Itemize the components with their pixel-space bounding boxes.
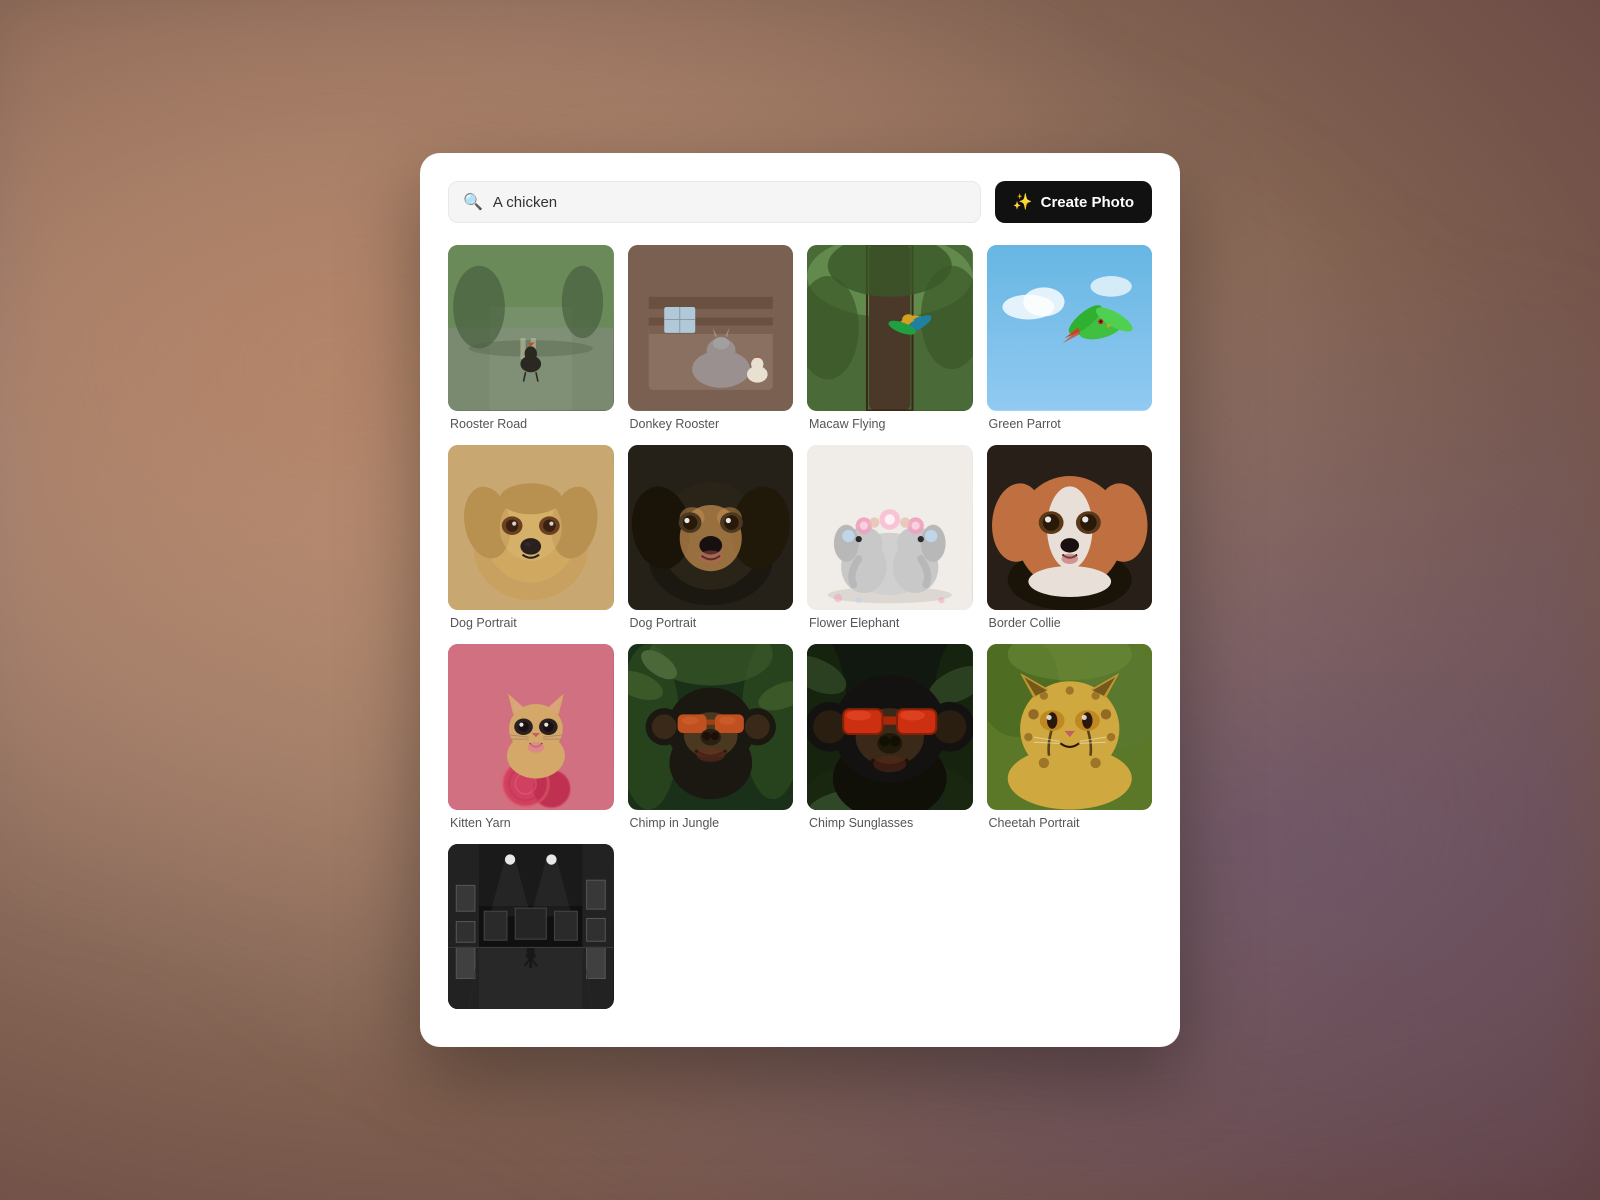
grid-item-macaw-flying[interactable]: Macaw Flying bbox=[807, 245, 973, 431]
label-border-collie: Border Collie bbox=[987, 616, 1153, 630]
grid-item-cheetah-portrait[interactable]: Cheetah Portrait bbox=[987, 644, 1153, 830]
photo-cheetah-portrait bbox=[987, 644, 1153, 810]
search-icon: 🔍 bbox=[463, 192, 483, 212]
photo-chimp-jungle bbox=[628, 644, 794, 810]
photo-green-parrot bbox=[987, 245, 1153, 411]
label-kitten-yarn: Kitten Yarn bbox=[448, 816, 614, 830]
photo-rooster-road bbox=[448, 245, 614, 411]
label-donkey-rooster: Donkey Rooster bbox=[628, 417, 794, 431]
photo-kitten-yarn bbox=[448, 644, 614, 810]
gallery-image bbox=[448, 844, 614, 1010]
main-panel: 🔍 ✨ Create Photo bbox=[420, 153, 1180, 1047]
sparkle-icon: ✨ bbox=[1013, 192, 1033, 212]
label-cheetah-portrait: Cheetah Portrait bbox=[987, 816, 1153, 830]
border-collie-image bbox=[987, 445, 1153, 611]
header: 🔍 ✨ Create Photo bbox=[448, 181, 1152, 223]
search-input[interactable] bbox=[493, 194, 966, 211]
label-macaw-flying: Macaw Flying bbox=[807, 417, 973, 431]
macaw-flying-image bbox=[807, 245, 973, 411]
rooster-road-image bbox=[448, 245, 614, 411]
photo-macaw-flying bbox=[807, 245, 973, 411]
label-flower-elephant: Flower Elephant bbox=[807, 616, 973, 630]
grid-item-gallery[interactable] bbox=[448, 844, 614, 1016]
chimp-jungle-image bbox=[628, 644, 794, 810]
dog-portrait-1-image bbox=[448, 445, 614, 611]
grid-item-chimp-jungle[interactable]: Chimp in Jungle bbox=[628, 644, 794, 830]
photo-grid: Rooster Road bbox=[448, 245, 1152, 1015]
grid-item-green-parrot[interactable]: Green Parrot bbox=[987, 245, 1153, 431]
label-rooster-road: Rooster Road bbox=[448, 417, 614, 431]
grid-item-chimp-sunglasses[interactable]: Chimp Sunglasses bbox=[807, 644, 973, 830]
cheetah-portrait-image bbox=[987, 644, 1153, 810]
label-dog-portrait-1: Dog Portrait bbox=[448, 616, 614, 630]
kitten-yarn-image bbox=[448, 644, 614, 810]
label-green-parrot: Green Parrot bbox=[987, 417, 1153, 431]
grid-item-border-collie[interactable]: Border Collie bbox=[987, 445, 1153, 631]
green-parrot-image bbox=[987, 245, 1153, 411]
grid-item-donkey-rooster[interactable]: Donkey Rooster bbox=[628, 245, 794, 431]
photo-chimp-sunglasses bbox=[807, 644, 973, 810]
photo-gallery bbox=[448, 844, 614, 1010]
dog-portrait-2-image bbox=[628, 445, 794, 611]
grid-item-rooster-road[interactable]: Rooster Road bbox=[448, 245, 614, 431]
grid-item-dog-portrait-1[interactable]: Dog Portrait bbox=[448, 445, 614, 631]
label-chimp-sunglasses: Chimp Sunglasses bbox=[807, 816, 973, 830]
photo-border-collie bbox=[987, 445, 1153, 611]
flower-elephant-image bbox=[807, 445, 973, 611]
donkey-rooster-image bbox=[628, 245, 794, 411]
create-photo-label: Create Photo bbox=[1041, 194, 1134, 211]
grid-item-dog-portrait-2[interactable]: Dog Portrait bbox=[628, 445, 794, 631]
photo-dog-portrait-1 bbox=[448, 445, 614, 611]
search-bar[interactable]: 🔍 bbox=[448, 181, 981, 223]
label-chimp-jungle: Chimp in Jungle bbox=[628, 816, 794, 830]
label-dog-portrait-2: Dog Portrait bbox=[628, 616, 794, 630]
photo-donkey-rooster bbox=[628, 245, 794, 411]
create-photo-button[interactable]: ✨ Create Photo bbox=[995, 181, 1152, 223]
grid-item-flower-elephant[interactable]: Flower Elephant bbox=[807, 445, 973, 631]
photo-dog-portrait-2 bbox=[628, 445, 794, 611]
chimp-sunglasses-image bbox=[807, 644, 973, 810]
grid-item-kitten-yarn[interactable]: Kitten Yarn bbox=[448, 644, 614, 830]
photo-flower-elephant bbox=[807, 445, 973, 611]
